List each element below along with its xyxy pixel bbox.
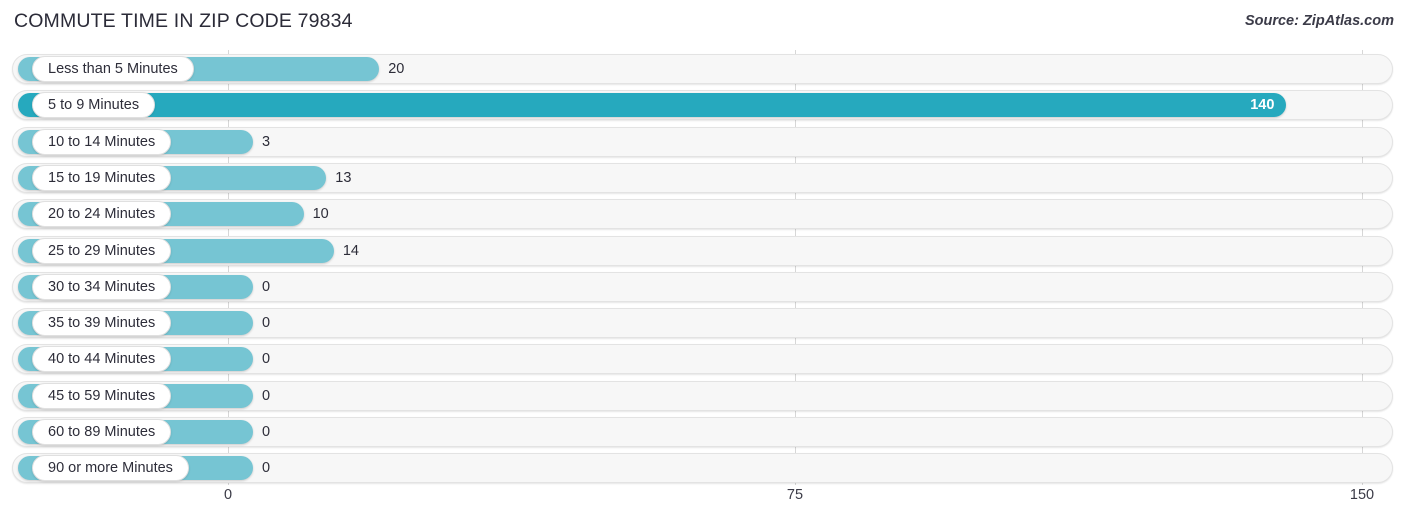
bar-row[interactable]: 14 25 to 29 Minutes: [0, 235, 1406, 266]
bar-row[interactable]: 0 35 to 39 Minutes: [0, 308, 1406, 339]
bar-row[interactable]: 0 30 to 34 Minutes: [0, 271, 1406, 302]
bar-row[interactable]: 20 Less than 5 Minutes: [0, 54, 1406, 84]
plot-area: 20 Less than 5 Minutes 140 5 to 9 Minutes 3 1…: [0, 50, 1406, 485]
category-label: 5 to 9 Minutes: [32, 92, 156, 119]
bar-value-label: 20: [388, 61, 405, 77]
bar-value-label: 0: [262, 424, 271, 440]
category-label: 10 to 14 Minutes: [32, 128, 172, 155]
bar-row[interactable]: 140 5 to 9 Minutes: [0, 90, 1406, 121]
bar-row[interactable]: 10 20 to 24 Minutes: [0, 199, 1406, 230]
x-axis-tick-label: 0: [223, 487, 233, 503]
category-label: 20 to 24 Minutes: [32, 201, 172, 228]
bar-value-inside: 140: [1250, 97, 1275, 114]
bar-row[interactable]: 3 10 to 14 Minutes: [0, 126, 1406, 157]
bar-value-label: 0: [262, 387, 271, 404]
category-label: 25 to 29 Minutes: [32, 237, 172, 264]
category-label: 90 or more Minutes: [32, 455, 189, 482]
bar-value-label: 0: [262, 351, 271, 368]
bar-row[interactable]: 0 40 to 44 Minutes: [0, 344, 1406, 375]
bar-row[interactable]: 0 45 to 59 Minutes: [0, 380, 1406, 411]
commute-time-bar-chart: COMMUTE TIME IN ZIP CODE 79834 Source: Z…: [0, 0, 1406, 523]
category-label: 35 to 39 Minutes: [32, 310, 172, 337]
bar[interactable]: 140: [18, 93, 1287, 118]
x-axis-tick-label: 150: [1349, 487, 1375, 503]
bar-value-label: 0: [262, 315, 271, 332]
source-attribution: Source: ZipAtlas.com: [1244, 13, 1394, 29]
category-label: 30 to 34 Minutes: [32, 273, 172, 300]
page-title: COMMUTE TIME IN ZIP CODE 79834: [14, 10, 353, 32]
x-axis-tick-label: 75: [786, 487, 804, 503]
bar-row[interactable]: 0 60 to 89 Minutes: [0, 417, 1406, 447]
bar-value-label: 0: [262, 278, 271, 295]
bar-value-label: 14: [342, 242, 359, 259]
category-label: 60 to 89 Minutes: [32, 419, 172, 445]
x-axis: 0 75 150: [0, 487, 1406, 517]
bar-value-label: 3: [262, 133, 271, 150]
bar-row[interactable]: 0 90 or more Minutes: [0, 453, 1406, 484]
category-label: Less than 5 Minutes: [32, 56, 194, 82]
category-label: 40 to 44 Minutes: [32, 346, 172, 373]
bar-value-label: 10: [312, 206, 329, 223]
bar-value-label: 13: [335, 169, 352, 186]
bar-row[interactable]: 13 15 to 19 Minutes: [0, 162, 1406, 193]
bar-value-label: 0: [262, 460, 271, 477]
category-label: 15 to 19 Minutes: [32, 164, 172, 191]
category-label: 45 to 59 Minutes: [32, 382, 172, 409]
